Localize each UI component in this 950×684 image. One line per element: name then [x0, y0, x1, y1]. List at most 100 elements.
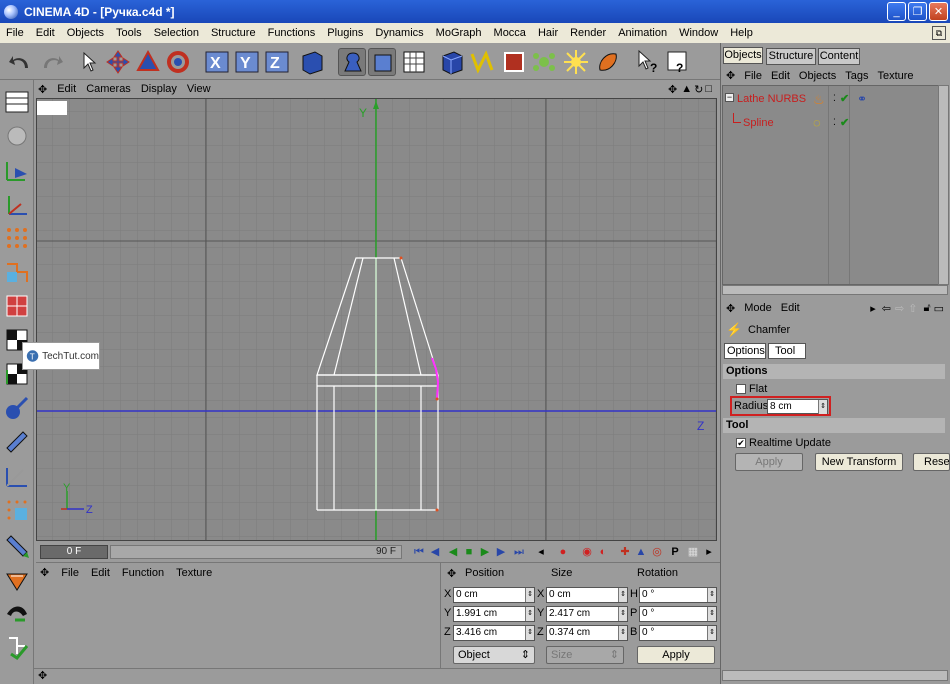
expand-toggle-icon[interactable]: − — [725, 93, 734, 102]
points-mode-icon[interactable] — [3, 224, 31, 252]
lathe-visibility-dots-icon[interactable]: ⁚ — [833, 93, 836, 104]
light-icon[interactable] — [562, 48, 590, 76]
spline-tool-icon[interactable] — [468, 48, 496, 76]
object-list-hscrollbar[interactable] — [722, 285, 948, 295]
size-x-spinner[interactable]: ⇕ — [618, 588, 627, 602]
attribute-hscrollbar[interactable] — [722, 670, 948, 681]
context-help-icon[interactable]: ? — [664, 48, 692, 76]
move-tool-icon[interactable] — [104, 48, 132, 76]
menu-objects[interactable]: Objects — [61, 27, 110, 39]
new-transform-button[interactable]: New Transform — [815, 453, 903, 471]
play-icon[interactable]: ▶ — [478, 545, 492, 559]
position-y-field[interactable]: 1.991 cm ⇕ — [453, 606, 535, 622]
menu-plugins[interactable]: Plugins — [321, 27, 369, 39]
tool-section-header[interactable]: Tool — [723, 418, 945, 433]
use-texture-mode-icon[interactable] — [400, 48, 428, 76]
menu-functions[interactable]: Functions — [262, 27, 322, 39]
live-selection-icon[interactable] — [76, 48, 104, 76]
material-menu-file[interactable]: File — [61, 567, 79, 579]
rotate-tool-icon[interactable] — [164, 48, 192, 76]
object-name-spline[interactable]: Spline — [743, 117, 774, 129]
coord-apply-button[interactable]: Apply — [637, 646, 715, 664]
rotation-b-field[interactable]: 0 ° ⇕ — [639, 625, 717, 641]
viewport-maximize-icon[interactable]: □ — [705, 83, 712, 95]
close-icon[interactable]: ✕ — [929, 2, 948, 21]
menu-dynamics[interactable]: Dynamics — [369, 27, 429, 39]
coord-pin-icon[interactable]: ✥ — [447, 567, 456, 580]
menu-selection[interactable]: Selection — [148, 27, 205, 39]
attribute-new-window-icon[interactable]: ▭ — [934, 302, 944, 315]
position-x-spinner[interactable]: ⇕ — [525, 588, 534, 602]
inverse-kinematics-icon[interactable] — [3, 428, 31, 456]
size-z-spinner[interactable]: ⇕ — [618, 626, 627, 640]
attribute-forward-icon[interactable]: ⇨ — [895, 302, 904, 315]
object-mode-icon[interactable] — [3, 122, 31, 150]
object-menu-objects[interactable]: Objects — [799, 70, 836, 82]
coord-size-select[interactable]: Size ⇕ — [546, 646, 624, 664]
menu-window[interactable]: Window — [673, 27, 724, 39]
material-menu-function[interactable]: Function — [122, 567, 164, 579]
attribute-menu-edit[interactable]: Edit — [781, 302, 800, 314]
position-z-field[interactable]: 3.416 cm ⇕ — [453, 625, 535, 641]
array-icon[interactable] — [530, 48, 558, 76]
attribute-menu-mode[interactable]: Mode — [744, 302, 772, 314]
snap-grid-icon[interactable] — [3, 496, 31, 524]
goto-end-icon[interactable]: ⏭ — [512, 545, 526, 559]
options-section-header[interactable]: Options — [723, 364, 945, 379]
object-list-scrollbar[interactable] — [938, 85, 949, 285]
minimize-icon[interactable]: _ — [887, 2, 906, 21]
attribute-lock-icon[interactable]: 🔓︎ — [923, 302, 930, 315]
reset-button[interactable]: Reset — [913, 453, 950, 471]
scale-tool-icon[interactable] — [134, 48, 162, 76]
timeline-track[interactable] — [110, 545, 402, 559]
tool-apply-button[interactable]: Apply — [735, 453, 803, 471]
size-z-field[interactable]: 0.374 cm ⇕ — [546, 625, 628, 641]
goto-start-icon[interactable]: ⏮ — [412, 545, 426, 559]
sound-icon[interactable]: ◂ — [534, 545, 548, 559]
help-cursor-icon[interactable]: ? — [634, 48, 662, 76]
viewport-move-icon[interactable]: ✥ — [668, 83, 677, 96]
z-axis-lock-icon[interactable]: Z — [264, 48, 292, 76]
menu-tools[interactable]: Tools — [110, 27, 148, 39]
xpresso-tool-icon[interactable] — [3, 632, 31, 660]
restore-layout-icon[interactable]: ⧉ — [932, 26, 946, 40]
pla-key-icon[interactable]: ▦ — [686, 545, 700, 559]
object-row-spline[interactable]: Spline ◌ ⁚ ✔ — [725, 113, 939, 132]
viewport-menu-display[interactable]: Display — [141, 83, 177, 95]
lathe-enabled-check-icon[interactable]: ✔ — [840, 92, 849, 105]
menu-help[interactable]: Help — [724, 27, 759, 39]
layout-switch-icon[interactable] — [3, 88, 31, 116]
tab-content[interactable]: Content — [818, 48, 860, 65]
autokey-icon[interactable]: ◉ — [580, 545, 594, 559]
attribute-pin-icon[interactable]: ✥ — [726, 302, 735, 315]
scale-key-icon[interactable]: ▲ — [634, 545, 648, 559]
position-key-icon[interactable]: ✚ — [618, 545, 632, 559]
menu-structure[interactable]: Structure — [205, 27, 262, 39]
cube-object-icon[interactable] — [438, 48, 466, 76]
animation-mode-icon[interactable] — [3, 394, 31, 422]
undo-icon[interactable] — [6, 48, 34, 76]
object-menu-edit[interactable]: Edit — [771, 70, 790, 82]
object-list[interactable]: − Lathe NURBS ♨ ⁚ ✔ ⚭ Spline ◌ ⁚ ✔ — [722, 85, 940, 285]
viewport-zoom-icon[interactable]: ▲ — [681, 83, 692, 95]
rotation-p-spinner[interactable]: ⇕ — [707, 607, 716, 621]
timeline-scroll-icon[interactable]: ▸ — [702, 545, 716, 559]
current-frame-field[interactable]: 0 F — [40, 545, 108, 559]
keyframe-selection-icon[interactable]: ◐ — [596, 545, 610, 559]
deformer-icon[interactable] — [594, 48, 622, 76]
phong-tag-icon[interactable]: ⚭ — [857, 92, 867, 106]
x-axis-lock-icon[interactable]: X — [204, 48, 232, 76]
menu-mocca[interactable]: Mocca — [488, 27, 532, 39]
spline-enabled-check-icon[interactable]: ✔ — [840, 116, 849, 129]
polygons-mode-icon[interactable] — [3, 292, 31, 320]
position-x-field[interactable]: 0 cm ⇕ — [453, 587, 535, 603]
attribute-expand-icon[interactable]: ▸ — [870, 302, 876, 315]
rotation-h-spinner[interactable]: ⇕ — [707, 588, 716, 602]
attribute-back-icon[interactable]: ⇦ — [882, 302, 891, 315]
tweak-mode-icon[interactable] — [3, 532, 31, 560]
play-reverse-icon[interactable]: ◀ — [446, 545, 460, 559]
menu-file[interactable]: File — [0, 27, 30, 39]
rotation-h-field[interactable]: 0 ° ⇕ — [639, 587, 717, 603]
size-y-spinner[interactable]: ⇕ — [618, 607, 627, 621]
sculpt-tool-icon[interactable] — [3, 600, 31, 628]
